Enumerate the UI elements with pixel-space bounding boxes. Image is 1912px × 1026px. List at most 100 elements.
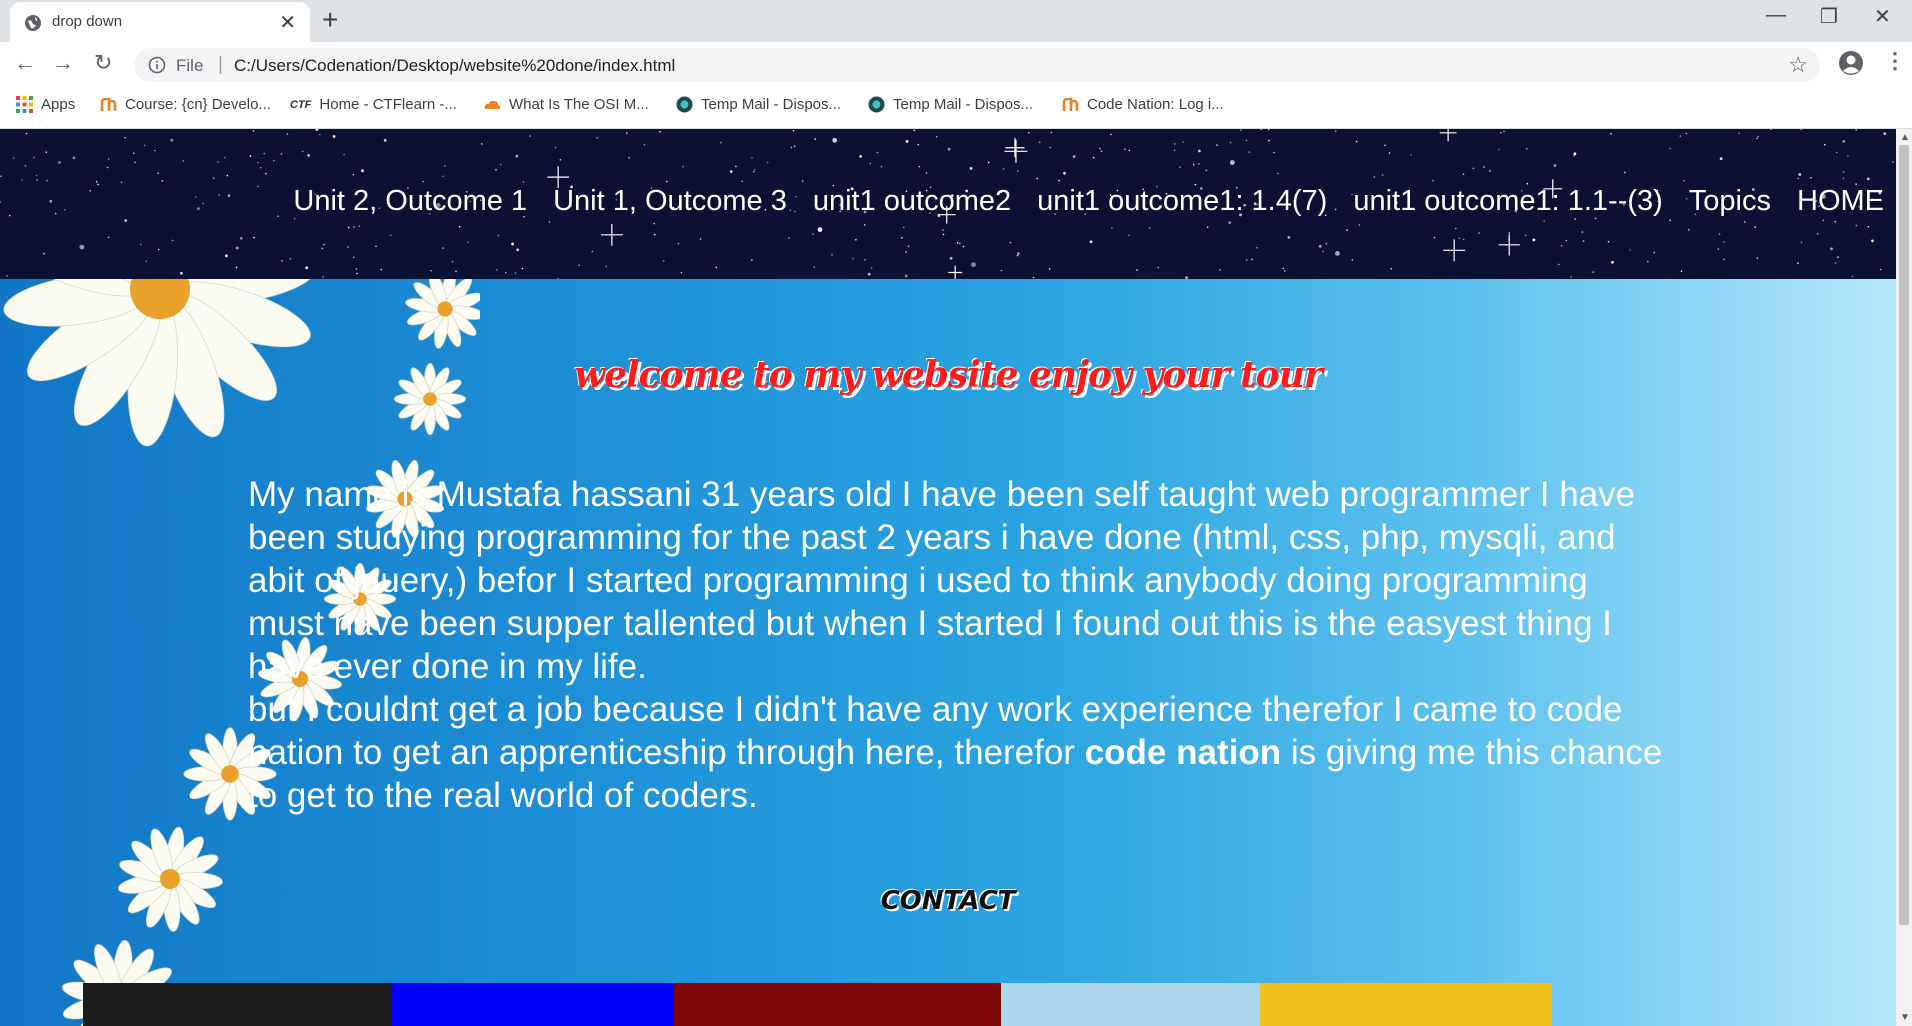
star <box>1355 140 1358 143</box>
bio-paragraph: My name is Mustafa hassani 31 years old … <box>248 473 1668 817</box>
star <box>54 212 57 215</box>
bookmark-osi[interactable]: What Is The OSI M... <box>484 96 649 113</box>
star <box>1565 239 1568 242</box>
star <box>605 265 607 268</box>
nav-link-unit1-outcome3[interactable]: Unit 1, Outcome 3 <box>553 185 787 218</box>
star <box>680 271 683 274</box>
nav-link-unit1-outcome1-1-4[interactable]: unit1 outcome1: 1.4(7) <box>1037 185 1327 218</box>
nav-link-home[interactable]: HOME <box>1797 185 1884 218</box>
url-text[interactable]: C:/Users/Codenation/Desktop/website%20do… <box>234 56 675 76</box>
star <box>1017 170 1019 172</box>
info-icon[interactable] <box>148 56 166 74</box>
star <box>1855 129 1857 131</box>
reload-button[interactable]: ↻ <box>94 50 112 76</box>
star <box>907 245 910 247</box>
star <box>1756 137 1758 140</box>
star <box>1756 257 1759 259</box>
star <box>89 190 92 192</box>
star <box>1653 251 1655 254</box>
star <box>1847 154 1849 157</box>
scroll-up-arrow-icon[interactable]: ▲ <box>1900 132 1910 143</box>
bookmark-ctflearn[interactable]: CTF Home - CTFlearn -... <box>290 96 457 113</box>
star <box>1273 151 1275 154</box>
star <box>263 152 266 155</box>
star <box>1248 151 1250 153</box>
star <box>323 243 325 246</box>
browser-toolbar: ← → ↻ File | C:/Users/Codenation/Desktop… <box>0 42 1912 87</box>
scroll-down-arrow-icon[interactable]: ▼ <box>1900 1012 1910 1023</box>
star <box>6 275 8 277</box>
star <box>1124 148 1126 150</box>
bookmark-star-icon[interactable]: ☆ <box>1788 52 1808 78</box>
scrollbar-thumb[interactable] <box>1899 145 1909 925</box>
star <box>867 272 871 276</box>
restore-button[interactable]: ❐ <box>1820 4 1838 29</box>
star <box>293 217 296 220</box>
star <box>1216 144 1218 146</box>
star <box>1543 220 1545 222</box>
nav-link-topics[interactable]: Topics <box>1689 185 1771 218</box>
browser-tab[interactable]: drop down ✕ <box>10 2 310 42</box>
star <box>497 234 500 237</box>
star <box>1472 167 1475 170</box>
color-block-5 <box>1259 983 1552 1026</box>
star <box>1256 247 1258 249</box>
bookmark-course-cn[interactable]: Course: {cn} Develo... <box>100 96 271 113</box>
nav-link-unit1-outcome2[interactable]: unit1 outcome2 <box>813 185 1011 218</box>
address-bar[interactable]: File | C:/Users/Codenation/Desktop/websi… <box>134 48 1820 82</box>
star <box>852 257 854 260</box>
star <box>355 268 358 270</box>
tempmail-icon <box>676 96 693 113</box>
star <box>1582 240 1585 242</box>
star <box>157 248 160 251</box>
star <box>1384 144 1386 147</box>
contact-link[interactable]: CONTACT <box>0 886 1896 916</box>
star <box>95 181 98 183</box>
star <box>380 268 383 271</box>
star <box>1002 168 1005 170</box>
star <box>202 202 204 205</box>
star <box>788 237 790 239</box>
star <box>793 145 796 147</box>
star <box>504 271 507 274</box>
close-tab-icon[interactable]: ✕ <box>279 10 296 35</box>
starry-header: Unit 2, Outcome 1 Unit 1, Outcome 3 unit… <box>0 129 1896 279</box>
star <box>1867 225 1870 228</box>
star <box>1581 231 1584 233</box>
star <box>666 180 668 183</box>
star <box>143 144 146 147</box>
star <box>1128 149 1131 152</box>
star <box>1866 177 1870 181</box>
bookmark-label: Course: {cn} Develo... <box>125 96 271 113</box>
star <box>1647 260 1649 263</box>
star <box>814 138 816 140</box>
forward-button[interactable]: → <box>52 50 74 76</box>
star <box>863 224 866 226</box>
star <box>25 132 28 135</box>
star <box>628 156 630 159</box>
nav-link-unit2-outcome1[interactable]: Unit 2, Outcome 1 <box>293 185 527 218</box>
star <box>514 272 517 274</box>
close-window-button[interactable]: ✕ <box>1874 4 1891 29</box>
profile-avatar-icon[interactable] <box>1838 50 1864 76</box>
star <box>1048 268 1051 270</box>
star <box>1388 152 1391 154</box>
star <box>332 135 336 138</box>
star <box>913 129 915 132</box>
minimize-button[interactable]: — <box>1766 4 1786 27</box>
bookmark-codenation-login[interactable]: Code Nation: Log i... <box>1062 96 1224 113</box>
browser-menu-icon[interactable]: ⋮ <box>1884 48 1906 74</box>
star <box>735 165 737 168</box>
star <box>1855 224 1858 227</box>
star <box>1879 268 1882 271</box>
new-tab-button[interactable]: + <box>322 4 338 36</box>
bookmark-apps[interactable]: Apps <box>16 96 75 113</box>
star <box>145 260 148 262</box>
bookmark-tempmail-1[interactable]: Temp Mail - Dispos... <box>676 96 841 113</box>
star <box>389 234 392 237</box>
back-button[interactable]: ← <box>14 50 36 76</box>
nav-link-unit1-outcome1-1-1[interactable]: unit1 outcome1: 1.1--(3) <box>1353 185 1662 218</box>
bookmark-tempmail-2[interactable]: Temp Mail - Dispos... <box>868 96 1033 113</box>
star <box>1219 269 1221 271</box>
star <box>1688 229 1690 231</box>
